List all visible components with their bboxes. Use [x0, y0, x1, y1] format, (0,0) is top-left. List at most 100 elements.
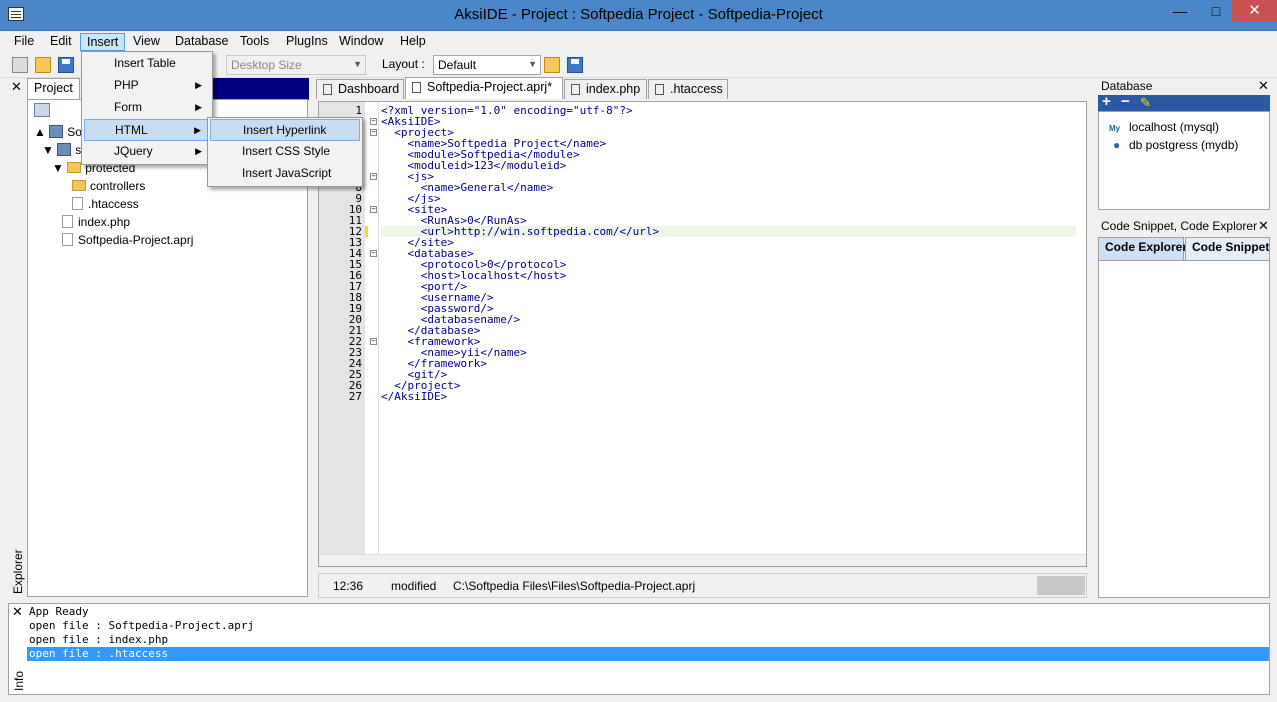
fold-toggle-icon[interactable]: −	[370, 250, 377, 257]
menu-insert-javascript[interactable]: Insert JavaScript	[210, 163, 360, 185]
file-icon	[655, 84, 664, 95]
folder-icon	[67, 162, 82, 173]
current-line-marker	[365, 226, 368, 237]
close-icon[interactable]: ✕	[1258, 219, 1269, 234]
mysql-icon: My	[1109, 124, 1121, 133]
tab-dashboard[interactable]: Dashboard	[316, 79, 404, 99]
layout-label: Layout :	[382, 57, 425, 71]
submenu-arrow-icon: ▶	[195, 146, 202, 156]
open-layout-icon[interactable]	[544, 57, 560, 73]
tab-code-snippet[interactable]: Code Snippet	[1185, 237, 1270, 260]
menu-help[interactable]: Help	[394, 33, 432, 51]
menu-window[interactable]: Window	[333, 33, 389, 51]
submenu-arrow-icon: ▶	[195, 102, 202, 112]
tree-item-index[interactable]: index.php	[62, 215, 130, 229]
save-icon[interactable]	[58, 57, 74, 73]
info-panel: ✕ Info App Ready open file : Softpedia-P…	[8, 603, 1270, 695]
file-icon	[62, 215, 73, 228]
remove-icon[interactable]: −	[1121, 93, 1130, 110]
menu-html[interactable]: HTML ▶	[84, 119, 210, 141]
status-indicator	[1037, 576, 1085, 595]
vertical-scrollbar[interactable]	[1087, 101, 1095, 567]
close-button[interactable]: ✕	[1232, 0, 1277, 22]
code-line: <url>http://win.softpedia.com/</url>	[381, 226, 1076, 237]
code-snippet-panel: Code Snippet, Code Explorer ✕ Code Explo…	[1098, 218, 1270, 598]
db-item-postgres[interactable]: ● db postgress (mydb)	[1113, 138, 1238, 152]
file-icon	[323, 84, 332, 95]
tab-htaccess[interactable]: .htaccess	[648, 79, 728, 99]
tree-item-htaccess[interactable]: .htaccess	[72, 197, 139, 211]
save-layout-icon[interactable]	[567, 57, 583, 73]
db-label: localhost (mysql)	[1129, 120, 1220, 134]
window-title: AksiIDE - Project : Softpedia Project - …	[454, 6, 823, 23]
tab-index-php[interactable]: index.php	[564, 79, 647, 99]
log-line: open file : Softpedia-Project.aprj	[29, 619, 255, 632]
tree-label: index.php	[78, 215, 131, 229]
desktop-size-select[interactable]: Desktop Size ▼	[226, 55, 366, 75]
fold-toggle-icon[interactable]: −	[370, 173, 377, 180]
info-side-label: Info	[12, 670, 26, 691]
insert-menu-dropdown: Insert Table PHP ▶ Form ▶ HTML ▶ JQuery ▶	[81, 51, 213, 165]
menu-label: Insert Table	[114, 56, 176, 70]
fold-toggle-icon[interactable]: −	[370, 118, 377, 125]
menu-insert-hyperlink[interactable]: Insert Hyperlink	[210, 119, 360, 141]
menu-jquery[interactable]: JQuery ▶	[84, 141, 210, 163]
log-line-selected[interactable]: open file : .htaccess	[27, 647, 1269, 661]
tree-item-project-file[interactable]: Softpedia-Project.aprj	[62, 233, 193, 247]
snippet-content	[1098, 260, 1270, 598]
fold-toggle-icon[interactable]: −	[370, 129, 377, 136]
edit-icon[interactable]: ✎	[1140, 95, 1151, 111]
menu-edit[interactable]: Edit	[44, 33, 78, 51]
code-line: </AksiIDE>	[381, 390, 448, 403]
add-icon[interactable]: +	[1102, 93, 1111, 110]
code-editor[interactable]: 1234567891011121314151617181920212223242…	[318, 101, 1087, 567]
menu-tools[interactable]: Tools	[234, 33, 275, 51]
file-path: C:\Softpedia Files\Files\Softpedia-Proje…	[453, 579, 696, 593]
tab-code-explorer[interactable]: Code Explorer	[1098, 237, 1187, 260]
db-item-mysql[interactable]: My localhost (mysql)	[1109, 120, 1219, 134]
fold-toggle-icon[interactable]: −	[370, 206, 377, 213]
menu-database[interactable]: Database	[169, 33, 235, 51]
chevron-down-icon: ▼	[353, 59, 362, 69]
tab-project[interactable]: Project	[27, 78, 80, 100]
tree-item-controllers[interactable]: controllers	[72, 179, 145, 193]
tree-item-src[interactable]: ▼ sr	[42, 143, 85, 157]
menu-plugins[interactable]: PlugIns	[280, 33, 334, 51]
file-icon	[62, 233, 73, 246]
line-number: 27	[348, 390, 362, 403]
explorer-side-label: Explorer	[11, 549, 25, 594]
menu-form[interactable]: Form ▶	[84, 97, 210, 119]
tab-project-file[interactable]: Softpedia-Project.aprj*	[405, 77, 563, 99]
menu-view[interactable]: View	[127, 33, 166, 51]
close-icon[interactable]: ✕	[11, 80, 22, 95]
layout-select[interactable]: Default ▼	[433, 55, 541, 75]
db-label: db postgress (mydb)	[1129, 138, 1239, 152]
menu-php[interactable]: PHP ▶	[84, 75, 210, 97]
new-project-icon[interactable]	[12, 57, 28, 73]
minimize-button[interactable]: —	[1162, 0, 1198, 22]
database-panel-title: Database	[1101, 79, 1153, 93]
submenu-arrow-icon: ▶	[195, 80, 202, 90]
maximize-button[interactable]: □	[1198, 0, 1234, 22]
menu-insert-table[interactable]: Insert Table	[84, 53, 210, 75]
snippet-panel-title: Code Snippet, Code Explorer	[1101, 219, 1258, 233]
tab-label: Softpedia-Project.aprj*	[427, 80, 553, 94]
database-toolbar: + − ✎	[1098, 93, 1270, 111]
menu-label: PHP	[114, 78, 139, 92]
menu-insert-css-style[interactable]: Insert CSS Style	[210, 141, 360, 163]
menu-label: Form	[114, 100, 142, 114]
close-icon[interactable]: ✕	[12, 605, 23, 620]
fold-toggle-icon[interactable]: −	[370, 338, 377, 345]
close-icon[interactable]: ✕	[1258, 79, 1269, 94]
menu-insert[interactable]: Insert	[80, 33, 126, 51]
menu-file[interactable]: File	[8, 33, 40, 51]
horizontal-scrollbar[interactable]	[319, 554, 1086, 566]
log-line: open file : index.php	[29, 633, 169, 646]
layout-value: Default	[438, 58, 477, 72]
tab-label: Dashboard	[338, 82, 400, 96]
title-bar: AksiIDE - Project : Softpedia Project - …	[0, 0, 1277, 31]
calendar-icon[interactable]	[34, 103, 50, 117]
open-folder-icon[interactable]	[35, 57, 51, 73]
modified-status: modified	[391, 579, 437, 593]
database-panel: Database ✕ + − ✎ My localhost (mysql) ● db…	[1098, 78, 1270, 210]
